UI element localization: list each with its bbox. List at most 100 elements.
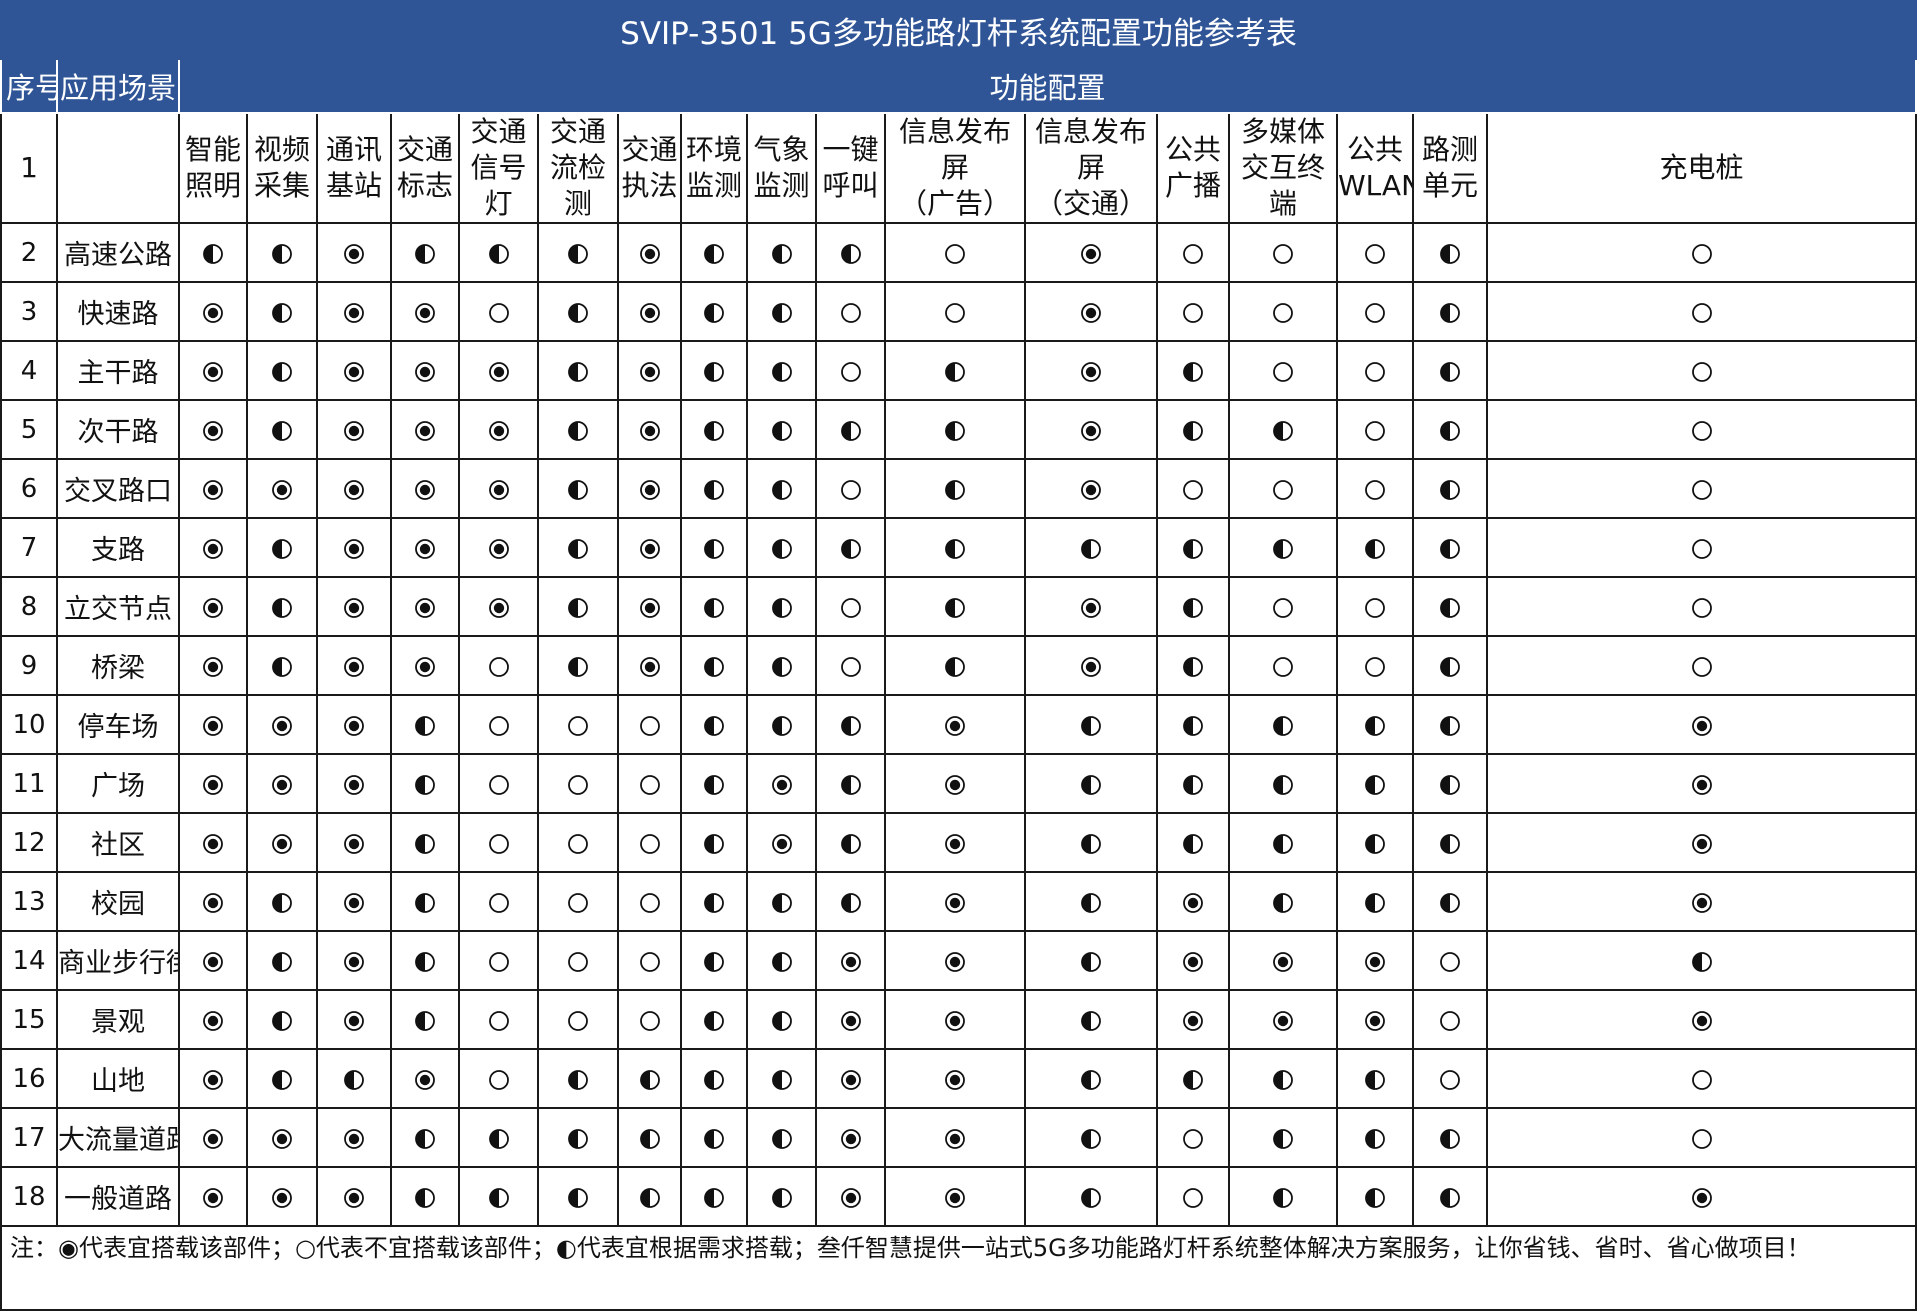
config-cell bbox=[537, 1048, 619, 1109]
config-cell bbox=[884, 989, 1026, 1050]
config-cell bbox=[1156, 576, 1230, 637]
not-recommended-icon bbox=[1439, 1010, 1461, 1032]
config-cell bbox=[617, 340, 682, 401]
recommended-icon bbox=[343, 1010, 365, 1032]
config-cell bbox=[1024, 871, 1158, 932]
optional-icon bbox=[414, 1128, 436, 1150]
feature-header: 充电桩 bbox=[1486, 112, 1917, 224]
config-cell bbox=[316, 812, 392, 873]
config-cell bbox=[1336, 930, 1414, 991]
feature-header: 路测 单元 bbox=[1412, 112, 1488, 224]
config-cell bbox=[537, 753, 619, 814]
recommended-icon bbox=[639, 420, 661, 442]
config-cell bbox=[815, 281, 886, 342]
config-cell bbox=[1228, 989, 1338, 1050]
config-cell bbox=[1486, 340, 1917, 401]
table-row: 15 景观 bbox=[0, 989, 1917, 1050]
config-cell bbox=[1412, 635, 1488, 696]
optional-icon bbox=[1182, 774, 1204, 796]
not-recommended-icon bbox=[1691, 1128, 1713, 1150]
config-cell bbox=[246, 930, 318, 991]
feature-header: 智能 照明 bbox=[178, 112, 248, 224]
config-cell bbox=[1486, 222, 1917, 283]
optional-icon bbox=[1080, 1187, 1102, 1209]
optional-icon bbox=[771, 1128, 793, 1150]
optional-icon bbox=[1364, 833, 1386, 855]
config-cell bbox=[1412, 517, 1488, 578]
feature-header: 交通 标志 bbox=[390, 112, 460, 224]
not-recommended-icon bbox=[1364, 597, 1386, 619]
row-scenario: 校园 bbox=[56, 871, 180, 932]
footnote: 注：◉代表宜搭载该部件；○代表不宜搭载该部件；◐代表宜根据需求搭载；叁仟智慧提供… bbox=[0, 1225, 1917, 1311]
config-cell bbox=[617, 576, 682, 637]
optional-icon bbox=[771, 361, 793, 383]
row-seq: 11 bbox=[0, 753, 58, 814]
optional-icon bbox=[567, 656, 589, 678]
optional-icon bbox=[1080, 715, 1102, 737]
not-recommended-icon bbox=[1272, 479, 1294, 501]
feature-label-line: 信号灯 bbox=[470, 151, 527, 220]
feature-row-number: 1 bbox=[0, 112, 58, 224]
table-row: 10 停车场 bbox=[0, 694, 1917, 755]
feature-header-row: 1 智能 照明 视频 采集 通讯 基站 交通 标志 交通 信号灯 交通 流检测 交通 执法 环境 监测 气象 监测一… bbox=[0, 112, 1917, 224]
config-cell bbox=[617, 399, 682, 460]
optional-icon bbox=[567, 302, 589, 324]
config-cell bbox=[1024, 989, 1158, 1050]
config-cell bbox=[1228, 871, 1338, 932]
recommended-icon bbox=[343, 656, 365, 678]
recommended-icon bbox=[771, 774, 793, 796]
config-cell bbox=[815, 458, 886, 519]
config-cell bbox=[458, 694, 539, 755]
config-cell bbox=[1156, 281, 1230, 342]
config-cell bbox=[1156, 458, 1230, 519]
recommended-icon bbox=[1691, 1010, 1713, 1032]
not-recommended-icon bbox=[1272, 243, 1294, 265]
config-cell bbox=[1336, 871, 1414, 932]
feature-label-line: 采集 bbox=[253, 169, 310, 202]
recommended-icon bbox=[1691, 833, 1713, 855]
recommended-icon bbox=[271, 774, 293, 796]
config-cell bbox=[815, 1107, 886, 1168]
optional-icon bbox=[414, 892, 436, 914]
not-recommended-icon bbox=[639, 951, 661, 973]
config-cell bbox=[746, 1166, 817, 1227]
config-cell bbox=[746, 517, 817, 578]
config-cell bbox=[316, 930, 392, 991]
optional-icon bbox=[1439, 538, 1461, 560]
config-cell bbox=[458, 812, 539, 873]
config-cell bbox=[1156, 340, 1230, 401]
config-cell bbox=[1024, 517, 1158, 578]
config-cell bbox=[178, 576, 248, 637]
not-recommended-icon bbox=[1364, 243, 1386, 265]
optional-icon bbox=[639, 1069, 661, 1091]
config-cell bbox=[390, 458, 460, 519]
config-cell bbox=[1024, 694, 1158, 755]
optional-icon bbox=[1272, 538, 1294, 560]
not-recommended-icon bbox=[567, 774, 589, 796]
optional-icon bbox=[840, 774, 862, 796]
config-cell bbox=[884, 930, 1026, 991]
row-scenario: 景观 bbox=[56, 989, 180, 1050]
config-cell bbox=[1024, 753, 1158, 814]
not-recommended-icon bbox=[488, 1010, 510, 1032]
not-recommended-icon bbox=[944, 302, 966, 324]
optional-icon bbox=[703, 1069, 725, 1091]
config-cell bbox=[680, 458, 748, 519]
recommended-icon bbox=[202, 892, 224, 914]
optional-icon bbox=[771, 892, 793, 914]
optional-icon bbox=[703, 774, 725, 796]
config-cell bbox=[458, 1107, 539, 1168]
config-cell bbox=[815, 517, 886, 578]
config-cell bbox=[680, 753, 748, 814]
optional-icon bbox=[944, 538, 966, 560]
config-cell bbox=[390, 281, 460, 342]
config-cell bbox=[1336, 635, 1414, 696]
config-cell bbox=[458, 576, 539, 637]
optional-icon bbox=[567, 243, 589, 265]
config-cell bbox=[1412, 989, 1488, 1050]
not-recommended-icon bbox=[1691, 361, 1713, 383]
config-cell bbox=[390, 222, 460, 283]
optional-icon bbox=[771, 1187, 793, 1209]
config-cell bbox=[458, 399, 539, 460]
feature-label-line: 执法 bbox=[621, 169, 678, 202]
